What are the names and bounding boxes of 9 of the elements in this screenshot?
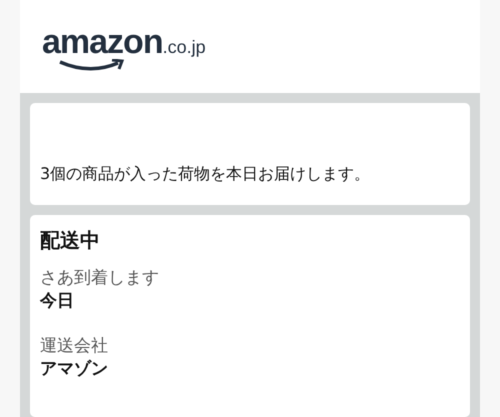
logo-domain: .co.jp: [162, 37, 206, 58]
field-label: 運送会社: [40, 335, 109, 357]
shipment-status: 配送中: [40, 227, 101, 254]
logo-name: amazon: [42, 23, 163, 62]
field-value: 今日: [40, 290, 75, 312]
summary-text: 3個の商品が入った荷物を本日お届けします。: [40, 164, 370, 185]
smile-arrow-icon: [58, 59, 126, 73]
field-value: アマゾン: [40, 358, 109, 380]
field-label: さあ到着します: [40, 267, 160, 289]
